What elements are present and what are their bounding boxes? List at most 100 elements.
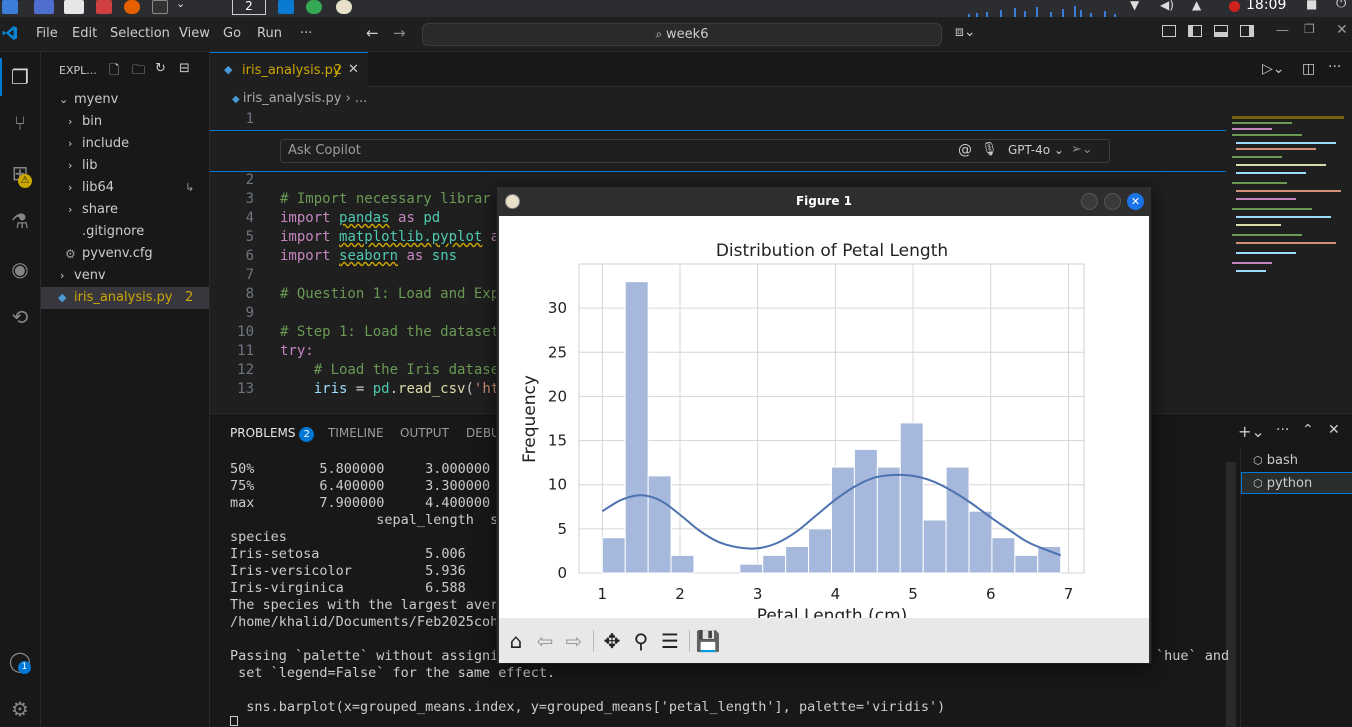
clock[interactable]: 18:09 — [1246, 0, 1286, 13]
vscode-icon[interactable] — [278, 0, 294, 14]
figure-title-bar[interactable]: Figure 1 — [497, 187, 1151, 216]
back-icon[interactable]: ⇦ — [532, 628, 558, 654]
new-folder-icon[interactable]: 🗀 — [132, 61, 145, 83]
activity-bar: ❐ ⑂ ⊞ ⚠ ⚗ ◉ ⟲ ◯ 1 ⚙ — [0, 52, 41, 726]
tree-folder-venv[interactable]: › venv — [41, 265, 209, 287]
terminal-icon: ⬡ — [1253, 454, 1263, 467]
workspace-indicator[interactable]: 2 — [232, 0, 266, 15]
collapse-all-icon[interactable]: ⊟ — [179, 61, 190, 76]
tree-folder-share[interactable]: › share — [41, 199, 209, 221]
figure-window[interactable]: Figure 1 ✕ 1 2 3 4 5 6 7 0 5 10 15 20 25 30 Distribut… — [496, 186, 1152, 664]
tree-folder-bin[interactable]: › bin — [41, 111, 209, 133]
python-figure-icon[interactable] — [336, 0, 352, 14]
source-control-icon[interactable]: ⑂ — [5, 108, 35, 138]
refresh-icon[interactable]: ↻ — [155, 61, 166, 76]
home-icon[interactable]: ⌂ — [503, 628, 529, 654]
toggle-secondary-sidebar-icon[interactable] — [1240, 25, 1254, 37]
new-terminal-icon[interactable]: +⌄ — [1238, 422, 1265, 441]
menu-run[interactable]: Run — [257, 26, 282, 41]
save-figure-icon[interactable]: 💾 — [695, 628, 721, 654]
close-window-icon[interactable]: ✕ — [1336, 22, 1348, 38]
model-picker[interactable]: GPT-4o ⌄ — [1008, 143, 1064, 157]
command-center-search[interactable]: ⌕ week6 — [422, 23, 942, 46]
notification-icon[interactable]: ▲ — [1192, 0, 1201, 12]
app-icon[interactable] — [96, 0, 112, 14]
forward-arrow-icon[interactable]: → — [393, 24, 406, 42]
file-manager-icon[interactable] — [34, 0, 54, 14]
forward-icon[interactable]: ⇨ — [561, 628, 587, 654]
zoom-icon[interactable]: ⚲ — [628, 628, 654, 654]
warning-badge-icon: ⚠ — [18, 174, 32, 188]
minimize-figure-button[interactable] — [1081, 193, 1098, 210]
power-icon[interactable]: ⏻ — [1336, 0, 1346, 11]
menu-more[interactable]: ··· — [300, 26, 312, 41]
run-python-icon[interactable]: ▷⌄ — [1262, 61, 1285, 77]
tab-output[interactable]: OUTPUT — [400, 426, 449, 440]
ask-copilot-input[interactable]: Ask Copilot @ 🎙 GPT-4o ⌄ ➢⌄ — [280, 139, 1110, 163]
figure-canvas[interactable]: 1 2 3 4 5 6 7 0 5 10 15 20 25 30 Distribution of Peta… — [499, 216, 1149, 618]
tree-folder-myenv[interactable]: ⌄ myenv — [41, 89, 209, 111]
microphone-icon[interactable]: 🎙 — [981, 142, 998, 157]
system-taskbar: ⌄ 2 ▼ ◀) ▲ 18:09 ■ ⏻ — [0, 0, 1352, 17]
chrome-icon[interactable] — [306, 0, 322, 14]
firefox-icon[interactable] — [124, 0, 140, 14]
more-actions-icon[interactable]: ··· — [1276, 422, 1289, 438]
histogram-bar — [647, 475, 672, 574]
code-text: # Step 1: Load the dataset — [280, 324, 500, 340]
terminal-icon[interactable] — [152, 0, 168, 14]
chevron-down-icon[interactable]: ⌄ — [176, 0, 185, 10]
minimap[interactable] — [1228, 112, 1346, 282]
maximize-panel-icon[interactable]: ⌃ — [1302, 422, 1314, 438]
explorer-icon[interactable]: ❐ — [5, 62, 35, 92]
new-file-icon[interactable]: 🗋 — [109, 61, 119, 83]
terminal-item-python[interactable]: ⬡ python — [1241, 472, 1352, 494]
menu-selection[interactable]: Selection — [110, 26, 170, 41]
lock-icon[interactable]: ■ — [1306, 0, 1317, 11]
testing-icon[interactable]: ⚗ — [5, 206, 35, 236]
github-icon[interactable]: ◉ — [5, 254, 35, 284]
tree-folder-include[interactable]: › include — [41, 133, 209, 155]
launcher-icon[interactable] — [2, 0, 18, 14]
terminal-item-bash[interactable]: ⬡ bash — [1241, 450, 1352, 472]
terminal-scrollbar[interactable] — [1226, 462, 1236, 727]
menu-go[interactable]: Go — [223, 26, 241, 41]
split-editor-icon[interactable]: ◫ — [1302, 61, 1315, 77]
tree-file-iris-analysis[interactable]: ◆ iris_analysis.py 2 — [41, 287, 209, 309]
restore-window-icon[interactable]: ❐ — [1304, 22, 1315, 36]
menu-view[interactable]: View — [179, 26, 210, 41]
more-actions-icon[interactable]: ··· — [1328, 59, 1341, 75]
menu-file[interactable]: File — [36, 26, 58, 41]
terminal-line: sepal_length se — [230, 512, 507, 528]
close-tab-icon[interactable]: ✕ — [348, 62, 359, 77]
breadcrumb-file[interactable]: iris_analysis.py — [243, 91, 342, 106]
toggle-panel-icon[interactable] — [1214, 25, 1228, 37]
minimize-window-icon[interactable]: — — [1276, 23, 1289, 38]
settings-gear-icon[interactable]: ⚙ — [5, 694, 35, 724]
back-arrow-icon[interactable]: ← — [366, 24, 379, 42]
breadcrumb-symbol[interactable]: ... — [355, 91, 367, 106]
tab-timeline[interactable]: TIMELINE — [328, 426, 384, 440]
send-icon[interactable]: ➢⌄ — [1071, 142, 1093, 157]
tree-file-pyvenv[interactable]: ⚙ pyvenv.cfg — [41, 243, 209, 265]
pan-icon[interactable]: ✥ — [599, 628, 625, 654]
maximize-figure-button[interactable] — [1104, 193, 1121, 210]
toggle-sidebar-icon[interactable] — [1188, 25, 1202, 37]
tab-iris-analysis[interactable]: ◆ iris_analysis.py 2 ✕ — [210, 52, 368, 87]
menu-edit[interactable]: Edit — [72, 26, 97, 41]
copilot-icon[interactable]: ⧈⌄ — [955, 24, 976, 40]
tree-file-gitignore[interactable]: .gitignore — [41, 221, 209, 243]
close-figure-button[interactable]: ✕ — [1127, 193, 1144, 210]
mention-icon[interactable]: @ — [958, 142, 972, 158]
text-editor-icon[interactable] — [64, 0, 84, 14]
configure-subplots-icon[interactable]: ☰ — [657, 628, 683, 654]
layout-customize-icon[interactable] — [1162, 25, 1176, 37]
code-text: # Load the Iris datase — [280, 362, 500, 378]
tab-problems[interactable]: PROBLEMS 2 — [230, 426, 315, 442]
volume-icon[interactable]: ◀) — [1160, 0, 1174, 12]
close-panel-icon[interactable]: ✕ — [1328, 422, 1340, 438]
tab-debug-console[interactable]: DEBU — [466, 426, 500, 440]
tree-folder-lib64[interactable]: › lib64 ↳ — [41, 177, 209, 199]
remote-explorer-icon[interactable]: ⟲ — [5, 302, 35, 332]
wifi-icon[interactable]: ▼ — [1130, 0, 1139, 12]
tree-folder-lib[interactable]: › lib — [41, 155, 209, 177]
